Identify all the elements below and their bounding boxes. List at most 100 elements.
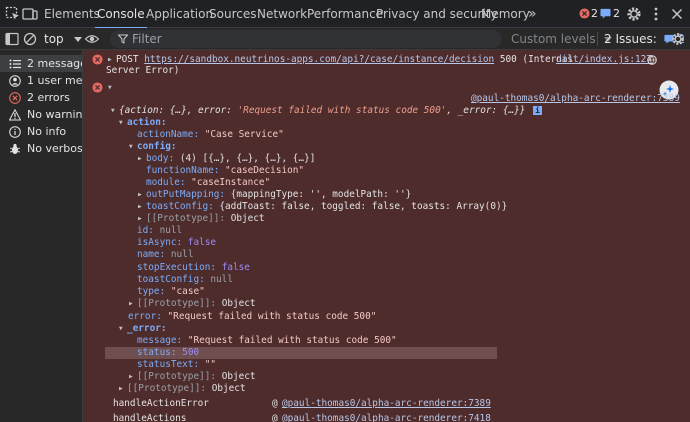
value: null xyxy=(170,249,194,260)
prop-_error-prototype[interactable]: ▸ [[Prototype]]: Object xyxy=(128,371,256,383)
error-icon xyxy=(92,54,103,65)
key: name: xyxy=(137,249,166,260)
error-icon xyxy=(9,92,21,104)
key: type: xyxy=(137,286,166,297)
request-source-link[interactable]: dist/index.js:127 xyxy=(556,54,652,66)
network-request-icon[interactable] xyxy=(647,55,657,65)
tab-console[interactable]: Console xyxy=(95,0,147,29)
value: {addToast: false, toggled: false, toasts… xyxy=(219,201,508,212)
inspect-element-icon[interactable] xyxy=(4,5,22,23)
prop-actionName: actionName: "Case Service" xyxy=(137,129,284,141)
more-tabs-button[interactable]: » xyxy=(528,0,537,28)
tab-elements[interactable]: Elements xyxy=(44,0,100,28)
value: "caseInstance" xyxy=(191,177,271,188)
value: 500 xyxy=(182,347,200,358)
stack-source-link[interactable]: @paul-thomas0/alpha-arc-renderer:7389 xyxy=(282,398,491,410)
key: config: xyxy=(137,141,177,152)
error-count-icon[interactable] xyxy=(579,8,590,19)
device-toolbar-icon[interactable] xyxy=(21,5,39,23)
key: statusText: xyxy=(137,359,200,370)
stack-at: @ xyxy=(272,398,278,409)
stack-at: @ xyxy=(272,413,278,422)
tab-performance[interactable]: Performance xyxy=(307,0,383,28)
sidebar-toggle-icon[interactable] xyxy=(4,31,20,47)
prop-action[interactable]: ▾ action: xyxy=(118,117,167,129)
sidebar-item-warnings[interactable]: No warnin... xyxy=(0,106,82,123)
info-badge-icon[interactable]: i xyxy=(533,106,543,115)
error-count: 2 xyxy=(591,7,598,20)
sidebar-item-messages[interactable]: 2 messages xyxy=(0,55,82,72)
prop-statusText: statusText: "" xyxy=(137,359,216,371)
prop-root-prototype[interactable]: ▸ [[Prototype]]: Object xyxy=(118,383,246,395)
object-source-link[interactable]: @paul-thomas0/alpha-arc-renderer:7389 xyxy=(471,93,680,105)
sidebar-item-label: No warnin... xyxy=(27,108,82,121)
key: error: xyxy=(128,311,162,322)
value: false xyxy=(187,237,217,248)
summary-open: {action: {…}, error: xyxy=(119,105,238,116)
clear-console-icon[interactable] xyxy=(22,31,38,47)
key: action: xyxy=(127,117,167,128)
more-options-icon[interactable] xyxy=(647,5,665,23)
key: toastConfig: xyxy=(146,201,214,212)
tab-memory[interactable]: Memory xyxy=(481,0,530,28)
value: Object xyxy=(221,298,256,309)
filter-input[interactable]: Filter xyxy=(110,30,502,48)
settings-gear-icon[interactable] xyxy=(625,5,643,23)
message-count-icon[interactable] xyxy=(600,8,611,19)
prop-body[interactable]: ▸ body: (4) [{…}, {…}, {…}, {…}] xyxy=(137,153,315,165)
prop-functionName: functionName: "caseDecision" xyxy=(146,165,304,177)
sidebar-item-label: 2 errors xyxy=(27,91,70,104)
value: null xyxy=(210,274,233,285)
context-selector[interactable]: top xyxy=(44,31,82,47)
request-url[interactable]: https://sandbox.neutrinos-apps.com/api?/… xyxy=(144,54,494,65)
message-count: 2 xyxy=(613,7,620,20)
tab-sources[interactable]: Sources xyxy=(209,0,256,28)
console-settings-gear-icon[interactable] xyxy=(670,31,686,47)
log-levels-dropdown[interactable]: Custom levels xyxy=(511,31,613,47)
sidebar-item-user-messages[interactable]: 1 user mes... xyxy=(0,72,82,89)
prop-id: id: null xyxy=(137,225,182,237)
sidebar-item-info[interactable]: No info xyxy=(0,123,82,140)
key: [[Prototype]]: xyxy=(137,371,217,382)
sidebar-item-verbose[interactable]: No verbose xyxy=(0,140,82,157)
prop-status: status: 500 xyxy=(137,347,199,359)
prop-_error[interactable]: ▾ _error: xyxy=(118,323,167,335)
collapse-triangle-icon[interactable]: ▾ xyxy=(110,105,119,117)
key: body: xyxy=(146,153,175,164)
tab-privacy-security[interactable]: Privacy and security xyxy=(376,0,498,28)
live-expression-eye-icon[interactable] xyxy=(84,31,100,47)
prop-action-prototype[interactable]: ▸ [[Prototype]]: Object xyxy=(128,298,256,310)
prop-toastConfig[interactable]: ▸ toastConfig: {addToast: false, toggled:… xyxy=(137,201,507,213)
sidebar-item-errors[interactable]: 2 errors xyxy=(0,89,82,106)
devtools-tabbar: Elements Console Application Sources Net… xyxy=(0,0,690,29)
tab-network[interactable]: Network xyxy=(257,0,307,28)
value: Object xyxy=(230,213,265,224)
prop-config-prototype[interactable]: ▸ [[Prototype]]: Object xyxy=(137,213,265,225)
tab-application[interactable]: Application xyxy=(146,0,213,28)
prop-error: error: "Request failed with status code … xyxy=(128,311,376,323)
key: [[Prototype]]: xyxy=(146,213,226,224)
chevron-down-icon xyxy=(73,37,82,42)
filter-funnel-icon xyxy=(118,34,128,44)
key: module: xyxy=(146,177,186,188)
key: outPutMapping: xyxy=(146,189,226,200)
prop-type: type: "case" xyxy=(137,286,205,298)
stack-source-link[interactable]: @paul-thomas0/alpha-arc-renderer:7418 xyxy=(282,413,491,422)
prop-stopExecution: stopExecution: false xyxy=(137,262,250,274)
value: null xyxy=(159,225,183,236)
value: false xyxy=(221,262,250,273)
value: "case" xyxy=(170,286,205,297)
object-summary[interactable]: ▾ {action: {…}, error: 'Request failed wi… xyxy=(110,105,543,117)
error-icon xyxy=(92,82,103,93)
prop-outPutMapping[interactable]: ▸ outPutMapping: {mappingType: '', modelP… xyxy=(137,189,411,201)
close-icon[interactable] xyxy=(668,5,686,23)
info-icon xyxy=(9,126,21,138)
prop-config[interactable]: ▾ config: xyxy=(128,141,177,153)
prop-module: module: "caseInstance" xyxy=(146,177,270,189)
prop-name: name: null xyxy=(137,249,193,261)
prop-message: message: "Request failed with status cod… xyxy=(137,335,397,347)
value: "caseDecision" xyxy=(225,165,305,176)
value: (4) [{…}, {…}, {…}, {…}] xyxy=(179,153,316,164)
expand-triangle-icon[interactable]: ▾ xyxy=(107,82,116,94)
value: Object xyxy=(221,371,256,382)
